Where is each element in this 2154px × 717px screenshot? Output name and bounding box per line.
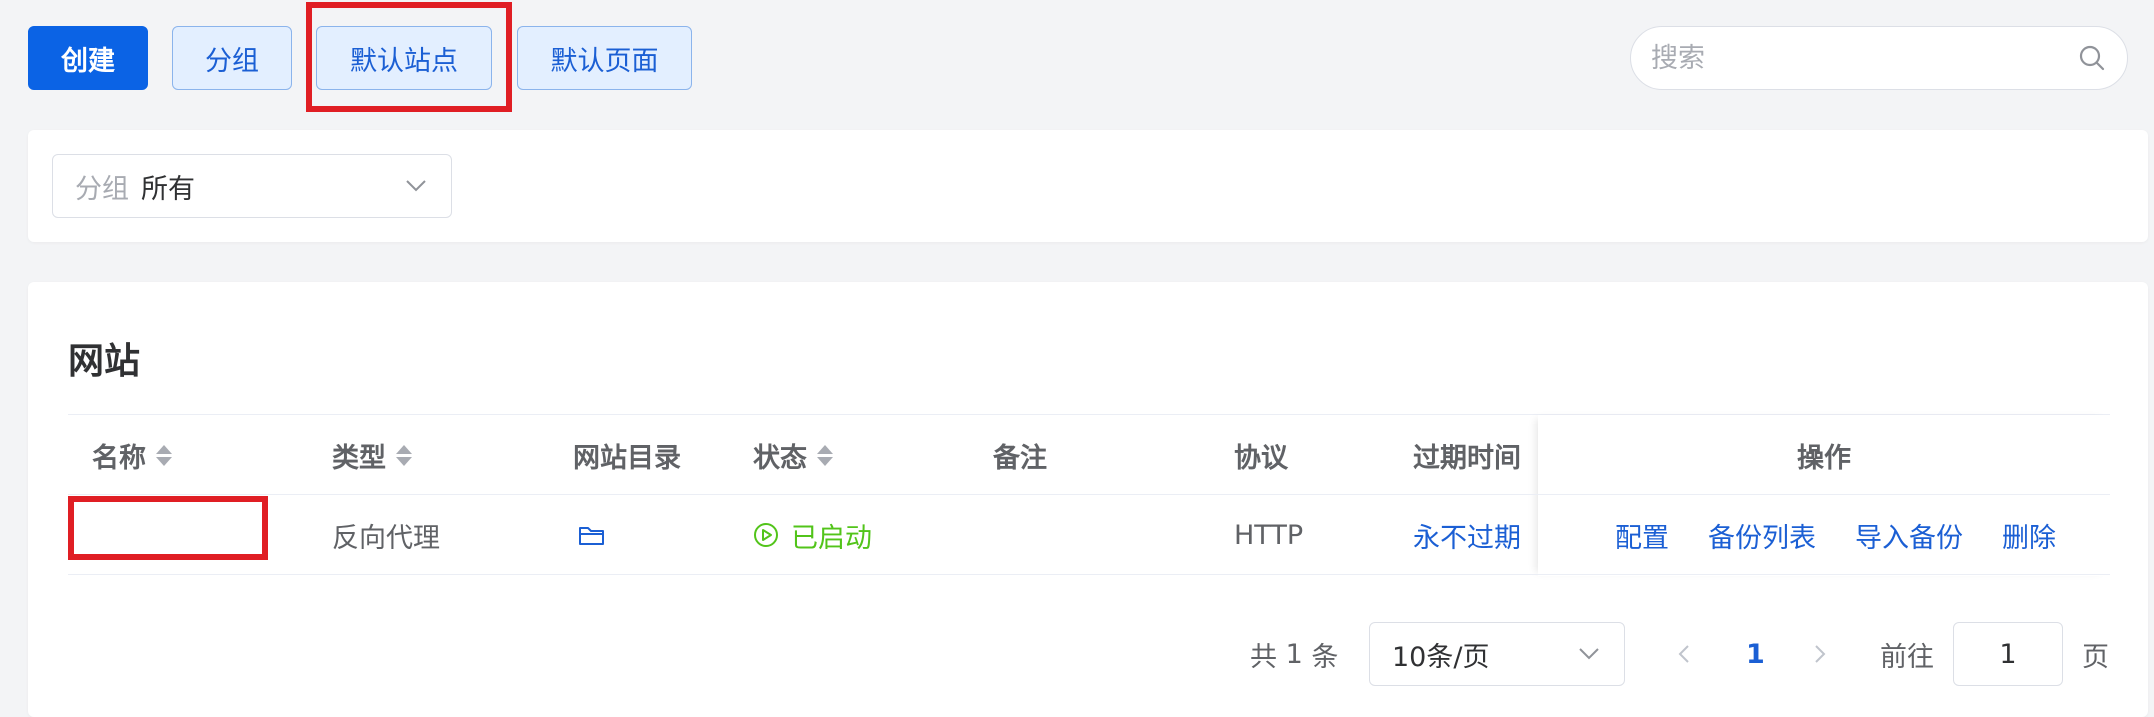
goto-page-input[interactable]	[1953, 622, 2063, 686]
prev-page-button[interactable]	[1676, 622, 1692, 686]
site-expire[interactable]: 永不过期	[1413, 495, 1538, 575]
group-button[interactable]: 分组	[172, 26, 292, 90]
site-protocol: HTTP	[1234, 519, 1304, 551]
sort-icon[interactable]	[156, 444, 172, 466]
play-circle-icon	[754, 523, 778, 547]
table-header: 名称 类型 网站目录 状态 备注 协议 过期时间 操作	[68, 415, 2110, 495]
current-page[interactable]: 1	[1746, 622, 1765, 686]
column-header-status[interactable]: 状态	[753, 415, 833, 495]
table-row: 反向代理 已启动 HTTP 永不过期 配置 备份列表 导入备份 删除	[68, 495, 2110, 575]
backup-list-link[interactable]: 备份列表	[1708, 495, 1816, 575]
delete-link[interactable]: 删除	[2002, 495, 2056, 575]
chevron-left-icon	[1678, 645, 1689, 663]
filter-card: 分组 所有	[28, 130, 2148, 242]
column-header-name[interactable]: 名称	[92, 415, 172, 495]
search-icon[interactable]	[2077, 43, 2107, 73]
chevron-down-icon	[403, 173, 429, 199]
default-page-button[interactable]: 默认页面	[517, 26, 692, 90]
page-size-value: 10条/页	[1392, 641, 1490, 673]
config-link[interactable]: 配置	[1615, 495, 1669, 575]
group-filter-label: 分组	[75, 173, 129, 205]
column-header-actions: 操作	[1797, 442, 1851, 474]
highlight-box-site-name	[68, 496, 268, 560]
chevron-down-icon	[1576, 641, 1602, 667]
search-box[interactable]	[1630, 26, 2128, 90]
column-header-type[interactable]: 类型	[332, 415, 412, 495]
group-filter-value: 所有	[141, 173, 195, 205]
search-input[interactable]	[1651, 42, 2077, 74]
goto-label: 前往	[1880, 641, 1934, 673]
site-type: 反向代理	[332, 522, 440, 554]
website-table: 名称 类型 网站目录 状态 备注 协议 过期时间 操作 反向代理 已启动 HTT…	[68, 414, 2110, 576]
goto-suffix: 页	[2082, 641, 2109, 673]
chevron-right-icon	[1815, 645, 1826, 663]
column-header-dir: 网站目录	[573, 442, 681, 474]
column-header-protocol: 协议	[1234, 442, 1288, 474]
page-size-select[interactable]: 10条/页	[1369, 622, 1625, 686]
sort-icon[interactable]	[396, 444, 412, 466]
sort-icon[interactable]	[817, 444, 833, 466]
website-management-page: 创建 分组 默认站点 默认页面 分组 所有 网站 名称	[0, 0, 2154, 717]
column-header-remark: 备注	[993, 442, 1047, 474]
import-backup-link[interactable]: 导入备份	[1855, 495, 1963, 575]
pagination-total: 共 1 条	[1250, 638, 1339, 673]
column-header-expire: 过期时间	[1413, 442, 1521, 474]
section-title: 网站	[68, 341, 141, 382]
website-list-card: 网站 名称 类型 网站目录 状态 备注 协议 过期时间 操作 反向代理 已启动 …	[28, 282, 2148, 717]
folder-icon[interactable]	[578, 495, 606, 575]
next-page-button[interactable]	[1812, 622, 1828, 686]
status-badge[interactable]: 已启动	[753, 495, 872, 575]
default-site-button[interactable]: 默认站点	[316, 26, 492, 90]
group-filter-select[interactable]: 分组 所有	[52, 154, 452, 218]
create-button[interactable]: 创建	[28, 26, 148, 90]
